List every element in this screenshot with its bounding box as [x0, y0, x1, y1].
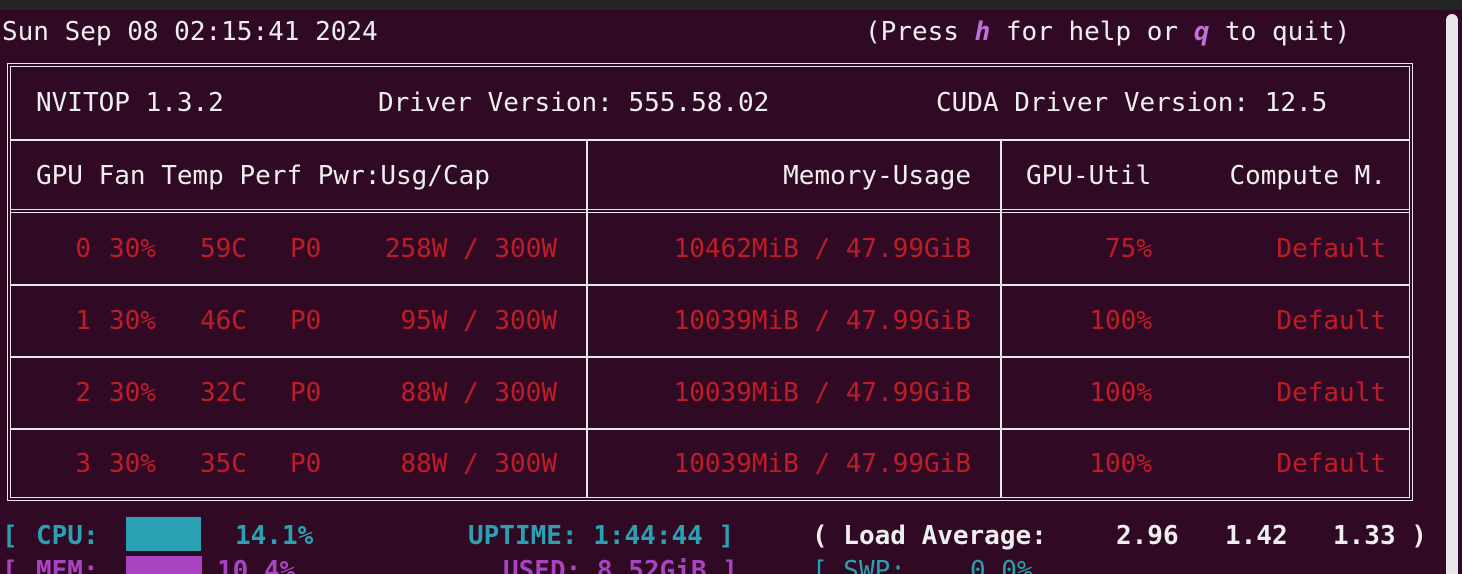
- gpu-memory: 10039MiB / 47.99GiB: [673, 306, 971, 336]
- cuda-version: CUDA Driver Version: 12.5: [936, 88, 1328, 118]
- gpu-index: 3: [75, 449, 91, 479]
- gpu-index: 1: [75, 306, 91, 336]
- col-memory-usage: Memory-Usage: [783, 161, 971, 191]
- gpu-perf: P0: [290, 378, 322, 408]
- cpu-usage-bar: [126, 517, 201, 551]
- gpu-panel: NVITOP 1.3.2 Driver Version: 555.58.02 C…: [7, 63, 1413, 501]
- load-average-1m: 2.96: [1116, 521, 1179, 551]
- gpu-power: 88W / 300W: [400, 378, 557, 408]
- gpu-row[interactable]: 2 30% 32C P0 88W / 300W 10039MiB / 47.99…: [11, 358, 1409, 428]
- gpu-fan: 30%: [109, 306, 156, 336]
- cpu-open-bracket: [: [2, 521, 18, 551]
- header-divider: [11, 209, 1409, 213]
- gpu-util: 100%: [1089, 306, 1152, 336]
- gpu-row[interactable]: 0 30% 59C P0 258W / 300W 10462MiB / 47.9…: [11, 214, 1409, 284]
- help-key: h: [974, 17, 991, 47]
- help-hint-open: (Press: [865, 17, 975, 47]
- app-version: NVITOP 1.3.2: [36, 88, 224, 118]
- gpu-row[interactable]: 1 30% 46C P0 95W / 300W 10039MiB / 47.99…: [11, 286, 1409, 356]
- column-header-row: GPU Fan Temp Perf Pwr:Usg/Cap Memory-Usa…: [11, 141, 1409, 211]
- terminal-scrollbar[interactable]: [1446, 14, 1458, 574]
- load-average-15m: 1.33 ): [1333, 521, 1427, 551]
- gpu-fan: 30%: [109, 378, 156, 408]
- datetime: Sun Sep 08 02:15:41 2024: [2, 17, 378, 47]
- quit-key: q: [1193, 17, 1210, 47]
- mem-percent: 10.4%: [217, 556, 296, 574]
- gpu-compute-mode: Default: [1276, 306, 1386, 336]
- col-compute-mode: Compute M.: [1229, 161, 1386, 191]
- uptime: UPTIME: 1:44:44 ]: [468, 521, 735, 551]
- gpu-compute-mode: Default: [1276, 234, 1386, 264]
- load-average-5m: 1.42: [1225, 521, 1288, 551]
- col-gpu-fan-temp-perf-pwr: GPU Fan Temp Perf Pwr:Usg/Cap: [36, 161, 490, 191]
- gpu-memory: 10039MiB / 47.99GiB: [673, 378, 971, 408]
- gpu-index: 0: [75, 234, 91, 264]
- gpu-perf: P0: [290, 234, 322, 264]
- gpu-util: 75%: [1105, 234, 1152, 264]
- mem-open-bracket: [: [2, 556, 18, 574]
- cpu-label: CPU:: [36, 521, 99, 551]
- gpu-util: 100%: [1089, 449, 1152, 479]
- mem-usage-bar: [126, 556, 202, 574]
- help-hint-mid: for help or: [990, 17, 1194, 47]
- load-average-label: ( Load Average:: [812, 521, 1047, 551]
- gpu-index: 2: [75, 378, 91, 408]
- gpu-temp: 35C: [200, 449, 247, 479]
- help-hint: (Press h for help or q to quit): [865, 19, 1350, 45]
- help-hint-close: to quit): [1209, 17, 1351, 47]
- gpu-fan: 30%: [109, 449, 156, 479]
- driver-version: Driver Version: 555.58.02: [378, 88, 770, 118]
- mem-label: MEM:: [36, 556, 99, 574]
- gpu-perf: P0: [290, 449, 322, 479]
- gpu-temp: 32C: [200, 378, 247, 408]
- gpu-fan: 30%: [109, 234, 156, 264]
- gpu-compute-mode: Default: [1276, 378, 1386, 408]
- gpu-power: 258W / 300W: [384, 234, 557, 264]
- gpu-power: 88W / 300W: [400, 449, 557, 479]
- mem-used: USED: 8.52GiB ]: [503, 556, 738, 574]
- gpu-memory: 10462MiB / 47.99GiB: [673, 234, 971, 264]
- gpu-power: 95W / 300W: [400, 306, 557, 336]
- gpu-compute-mode: Default: [1276, 449, 1386, 479]
- gpu-memory: 10039MiB / 47.99GiB: [673, 449, 971, 479]
- gpu-row[interactable]: 3 30% 35C P0 88W / 300W 10039MiB / 47.99…: [11, 430, 1409, 498]
- gpu-util: 100%: [1089, 378, 1152, 408]
- gpu-temp: 59C: [200, 234, 247, 264]
- col-gpu-util: GPU-Util: [1026, 161, 1152, 191]
- version-row: NVITOP 1.3.2 Driver Version: 555.58.02 C…: [11, 67, 1409, 139]
- gpu-perf: P0: [290, 306, 322, 336]
- cpu-percent: 14.1%: [235, 521, 314, 551]
- terminal-titlebar: [0, 0, 1462, 10]
- swap-label: [ SWP:: [812, 556, 906, 574]
- gpu-temp: 46C: [200, 306, 247, 336]
- swap-percent: 0.0%: [970, 556, 1033, 574]
